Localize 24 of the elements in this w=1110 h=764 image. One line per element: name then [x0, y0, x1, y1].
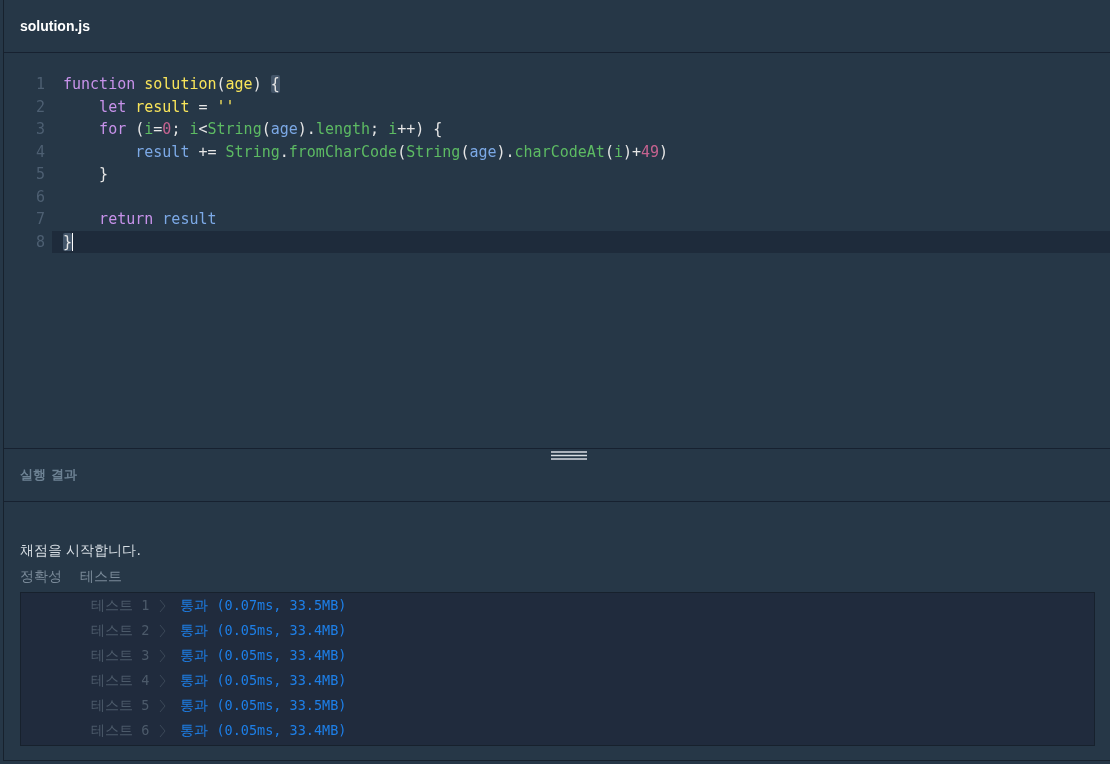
chevron-icon — [159, 623, 167, 638]
chevron-icon — [159, 698, 167, 713]
test-result: 통과 (0.05ms, 33.4MB) — [180, 671, 347, 690]
resize-handle-icon[interactable] — [551, 451, 587, 460]
results-title: 실행 결과 — [20, 466, 77, 484]
code-line: let result = '' — [98, 97, 235, 116]
test-result: 통과 (0.07ms, 33.5MB) — [180, 596, 347, 615]
code-line: for (i=0; i<String(age).length; i++) { — [98, 120, 443, 139]
chevron-icon — [159, 648, 167, 663]
code-line: } — [98, 165, 109, 184]
group-label: 정확성 — [20, 568, 62, 586]
test-result: 통과 (0.05ms, 33.5MB) — [180, 696, 347, 715]
group-label: 테스트 — [80, 568, 122, 586]
code-line: function solution(age) { — [63, 75, 280, 94]
chevron-icon — [159, 723, 167, 738]
test-result: 통과 (0.05ms, 33.4MB) — [180, 621, 347, 640]
test-result: 통과 (0.05ms, 33.4MB) — [180, 646, 347, 665]
code-line: result += String.fromCharCode(String(age).charCodeAt(i)+49) — [134, 142, 669, 161]
status-message: 채점을 시작합니다. — [20, 542, 142, 560]
code-line: return result — [98, 210, 217, 229]
chevron-icon — [159, 598, 167, 613]
test-result: 통과 (0.05ms, 33.4MB) — [180, 721, 347, 740]
file-title: solution.js — [20, 18, 90, 34]
chevron-icon — [159, 673, 167, 688]
